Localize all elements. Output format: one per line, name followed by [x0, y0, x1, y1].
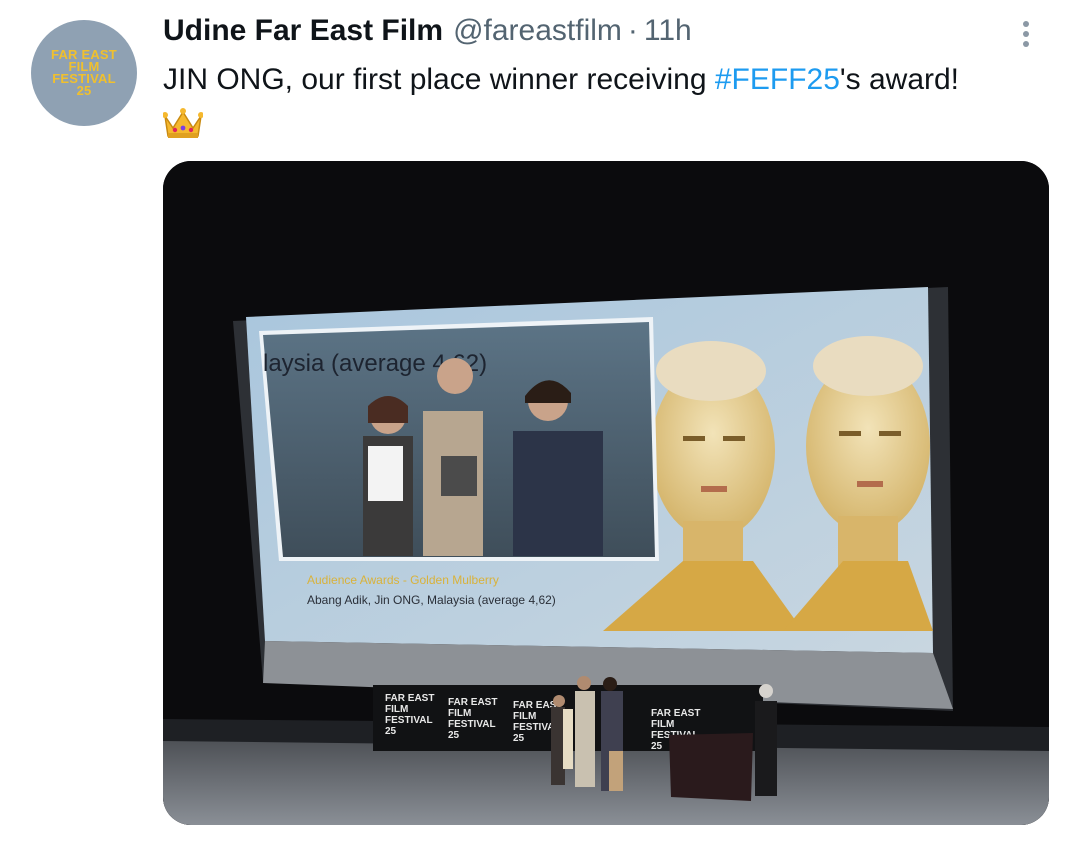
tweet-text-after: 's award! — [839, 63, 960, 96]
award-ceremony-photo: laysia (average 4,62) Audience Awards - … — [163, 161, 1049, 825]
timestamp[interactable]: 11h — [644, 14, 692, 48]
tweet-header: Udine Far East Film @fareastfilm · 11h — [163, 14, 692, 54]
tweet-text: JIN ONG, our first place winner receivin… — [163, 58, 1063, 102]
more-options-icon[interactable] — [1012, 14, 1040, 54]
banner-line: FILM — [513, 711, 536, 722]
banner-line: FILM — [385, 704, 408, 715]
banner-line: FAR EAST — [651, 708, 700, 719]
banner-line: 25 — [385, 726, 397, 737]
avatar[interactable]: FAR EAST FILM FESTIVAL 25 — [31, 20, 137, 126]
separator-dot: · — [627, 14, 638, 47]
author-display-name[interactable]: Udine Far East Film — [163, 14, 443, 48]
author-handle[interactable]: @fareastfilm — [453, 14, 622, 48]
avatar-line: 25 — [76, 83, 92, 98]
tweet-photo[interactable]: laysia (average 4,62) Audience Awards - … — [163, 161, 1049, 825]
banner-line: FESTIVAL — [385, 715, 433, 726]
hashtag-link[interactable]: #FEFF25 — [715, 63, 840, 96]
banner-line: FESTIVAL — [448, 719, 496, 730]
tweet-text-before: JIN ONG, our first place winner receivin… — [163, 63, 715, 96]
banner-line: FAR EAST — [448, 697, 497, 708]
banner-line: FAR EAST — [385, 693, 434, 704]
banner-line: 25 — [448, 730, 460, 741]
tweet-card[interactable]: FAR EAST FILM FESTIVAL 25 Udine Far East… — [0, 0, 1080, 857]
banner-line: FILM — [651, 719, 674, 730]
banner-line: 25 — [651, 741, 663, 752]
crown-icon — [162, 104, 204, 140]
award-detail: Abang Adik, Jin ONG, Malaysia (average 4… — [307, 593, 556, 607]
award-title: Audience Awards - Golden Mulberry — [307, 573, 499, 587]
banner-line: FILM — [448, 708, 471, 719]
banner-line: 25 — [513, 733, 525, 744]
